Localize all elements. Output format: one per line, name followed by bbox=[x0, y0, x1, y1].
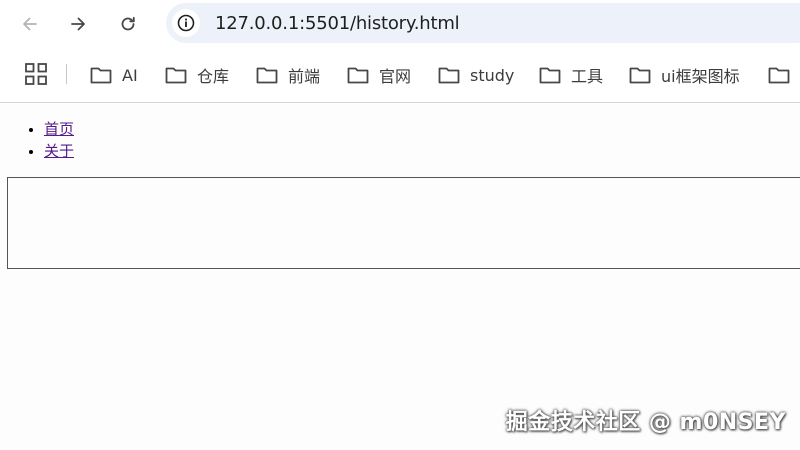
bookmark-gongju[interactable]: 工具 bbox=[539, 62, 603, 88]
bookmark-label: 工具 bbox=[571, 67, 604, 86]
about-link[interactable]: 关于 bbox=[44, 144, 74, 160]
bookmark-label: 官网 bbox=[379, 67, 412, 86]
list-item: 关于 bbox=[44, 141, 74, 163]
folder-icon bbox=[90, 67, 112, 84]
list-item: 首页 bbox=[44, 119, 74, 141]
bookmark-label: AI bbox=[122, 65, 138, 85]
site-info-button[interactable] bbox=[172, 9, 200, 37]
grid-icon bbox=[25, 63, 47, 85]
browser-toolbar: 127.0.0.1:5501/history.html bbox=[0, 0, 800, 48]
folder-icon bbox=[347, 67, 369, 84]
folder-icon bbox=[438, 67, 460, 84]
folder-icon bbox=[539, 67, 561, 84]
bookmark-overflow[interactable] bbox=[768, 62, 800, 88]
reload-button[interactable] bbox=[112, 8, 144, 40]
folder-icon bbox=[165, 67, 187, 84]
bookmark-label: 前端 bbox=[288, 67, 321, 86]
bookmark-guanwang[interactable]: 官网 bbox=[347, 62, 411, 88]
bookmark-ui-icons[interactable]: ui框架图标 bbox=[629, 62, 740, 88]
arrow-right-icon bbox=[71, 17, 85, 31]
nav-list: 首页 关于 bbox=[4, 119, 74, 163]
url-text[interactable]: 127.0.0.1:5501/history.html bbox=[215, 13, 460, 34]
back-button[interactable] bbox=[14, 8, 46, 40]
address-bar[interactable]: 127.0.0.1:5501/history.html bbox=[166, 3, 800, 43]
page-viewport: 首页 关于 掘金技术社区 @ m0NSEY bbox=[0, 103, 800, 450]
bookmarks-separator bbox=[66, 64, 67, 84]
reload-icon bbox=[121, 16, 135, 31]
arrow-left-icon bbox=[23, 17, 37, 31]
bookmark-cangku[interactable]: 仓库 bbox=[165, 62, 229, 88]
info-icon bbox=[177, 14, 195, 32]
router-view-container bbox=[7, 177, 800, 269]
forward-button[interactable] bbox=[62, 8, 94, 40]
bookmark-label: 仓库 bbox=[197, 67, 230, 86]
home-link[interactable]: 首页 bbox=[44, 122, 74, 138]
folder-icon bbox=[768, 67, 790, 84]
folder-icon bbox=[256, 67, 278, 84]
folder-icon bbox=[629, 67, 651, 84]
bookmark-ai[interactable]: AI bbox=[90, 62, 138, 88]
bookmark-study[interactable]: study bbox=[438, 62, 514, 88]
bookmark-qianduan[interactable]: 前端 bbox=[256, 62, 320, 88]
bookmark-label: ui框架图标 bbox=[661, 67, 740, 86]
bookmark-label: study bbox=[470, 65, 515, 85]
bookmarks-bar: AI 仓库 前端 官网 study 工具 ui框架图标 bbox=[0, 48, 800, 103]
watermark: 掘金技术社区 @ m0NSEY bbox=[505, 410, 786, 435]
apps-button[interactable] bbox=[24, 62, 48, 86]
